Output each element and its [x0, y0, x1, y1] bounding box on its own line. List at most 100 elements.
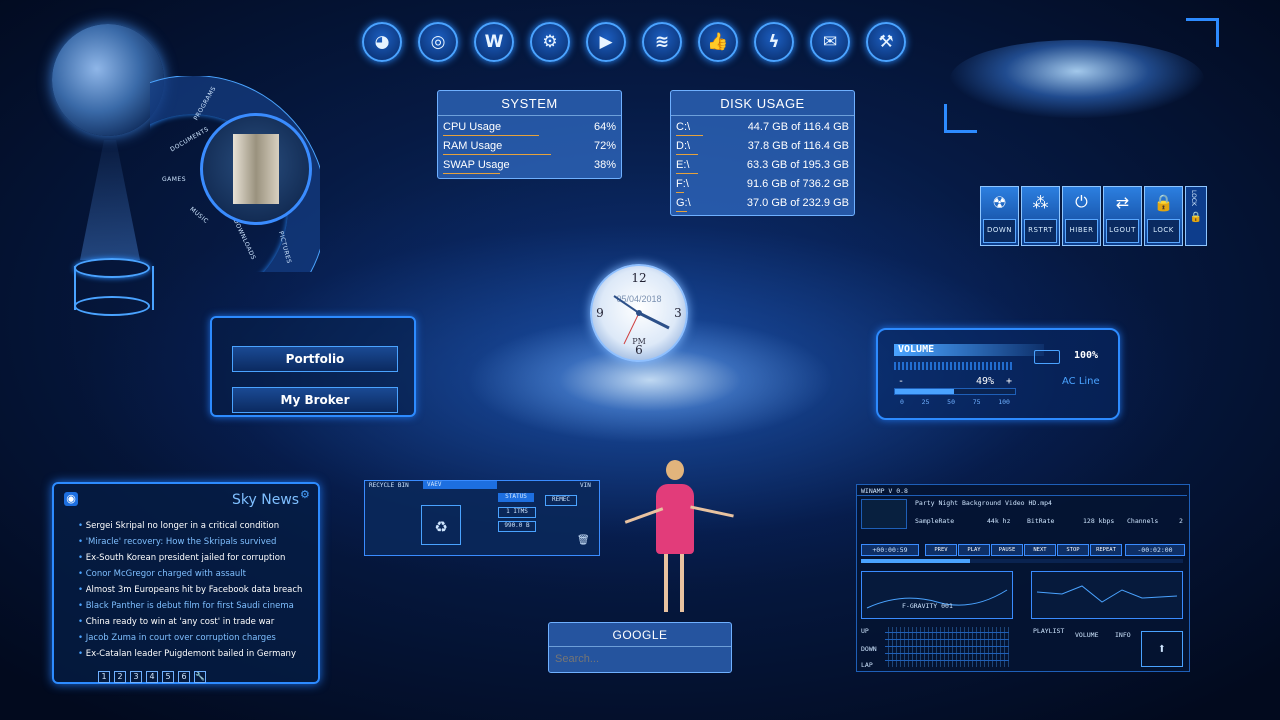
my-broker-button[interactable]: My Broker: [232, 387, 398, 413]
recycle-status: STATUS: [498, 493, 534, 502]
google-search-input[interactable]: [553, 650, 727, 668]
info-button[interactable]: INFO: [1115, 631, 1131, 639]
recycle-empty-button[interactable]: REMEC: [545, 495, 577, 506]
disk-row-bar: [676, 135, 703, 136]
hammer-icon[interactable]: ⚒: [866, 22, 906, 62]
volume-widget: VOLUME 100% - 49% + AC Line 0 25 50 75 100: [876, 328, 1120, 420]
volume-minus-button[interactable]: -: [898, 376, 904, 387]
portfolio-button[interactable]: Portfolio: [232, 346, 398, 372]
disk-value: 63.3 GB of 195.3 GB: [746, 159, 849, 171]
news-page-5[interactable]: 5: [162, 671, 174, 683]
word-icon[interactable]: W: [474, 22, 514, 62]
upload-arrow-icon[interactable]: ⬆: [1141, 631, 1183, 667]
samplerate-value: 44k hz: [987, 517, 1011, 525]
power-icon: ⁂: [1032, 192, 1049, 212]
volume-slider[interactable]: [894, 388, 1016, 395]
disk-row: E:\ 63.3 GB of 195.3 GB: [671, 157, 854, 176]
power-button-lock[interactable]: 🔒 LOCK: [1144, 186, 1183, 246]
winamp-stop-button[interactable]: STOP: [1057, 544, 1089, 556]
disk-row: G:\ 37.0 GB of 232.9 GB: [671, 195, 854, 214]
news-item-text: Sergei Skripal no longer in a critical c…: [85, 521, 280, 531]
news-page-2[interactable]: 2: [114, 671, 126, 683]
news-item[interactable]: • Jacob Zuma in court over corruption ch…: [78, 630, 302, 646]
google-search-widget: GOOGLE: [548, 622, 732, 673]
news-item-text: China ready to win at 'any cost' in trad…: [85, 617, 275, 627]
news-item-text: Almost 3m Europeans hit by Facebook data…: [85, 585, 303, 595]
news-item-text: Conor McGregor charged with assault: [85, 569, 246, 579]
news-item[interactable]: • Sergei Skripal no longer in a critical…: [78, 518, 302, 534]
news-page-1[interactable]: 1: [98, 671, 110, 683]
winamp-prev-button[interactable]: PREV: [925, 544, 957, 556]
up-label: UP: [861, 627, 869, 635]
system-row-bar: [443, 135, 539, 136]
winamp-repeat-button[interactable]: REPEAT: [1090, 544, 1122, 556]
recycle-tab2[interactable]: VIN: [580, 482, 591, 489]
hologram-ring-bottom: [74, 296, 150, 316]
youtube-icon[interactable]: ▶: [586, 22, 626, 62]
spotify-icon[interactable]: ≋: [642, 22, 682, 62]
news-page-4[interactable]: 4: [146, 671, 158, 683]
winamp-play-button[interactable]: PLAY: [958, 544, 990, 556]
album-art: [861, 499, 907, 529]
lock-side-panel[interactable]: LOCK 🔒: [1185, 186, 1207, 246]
system-row-value: 72%: [593, 140, 616, 152]
recycle-tab[interactable]: VAEV: [423, 481, 497, 489]
power-icon: ☢: [992, 192, 1007, 212]
system-row: RAM Usage 72%: [438, 138, 621, 157]
avatar-building-image: [233, 134, 279, 204]
mail-icon[interactable]: ✉: [810, 22, 850, 62]
news-item[interactable]: • Ex-Catalan leader Puigdemont bailed in…: [78, 646, 302, 662]
volume-plus-button[interactable]: +: [1006, 376, 1012, 387]
power-button-hiber[interactable]: ⏻ HIBER: [1062, 186, 1101, 246]
news-item[interactable]: • China ready to win at 'any cost' in tr…: [78, 614, 302, 630]
clock-hour-hand: [638, 311, 670, 330]
recycle-size: 990.0 B: [498, 521, 536, 532]
elapsed-time: +00:00:59: [861, 544, 919, 556]
clock-num-12: 12: [631, 271, 646, 285]
winamp-pause-button[interactable]: PAUSE: [991, 544, 1023, 556]
seek-bar[interactable]: [861, 559, 1183, 563]
system-row-value: 38%: [593, 159, 616, 171]
news-item[interactable]: • Ex-South Korean president jailed for c…: [78, 550, 302, 566]
power-button-lgout[interactable]: ⇄ LGOUT: [1103, 186, 1142, 246]
reddit-icon[interactable]: ◕: [362, 22, 402, 62]
disk-row: D:\ 37.8 GB of 116.4 GB: [671, 138, 854, 157]
clock-face: 12 3 6 9 05/04/2018 PM: [596, 271, 682, 357]
news-item[interactable]: • 'Miracle' recovery: How the Skripals s…: [78, 534, 302, 550]
volume-tick: 75: [972, 398, 981, 406]
recycle-bin-icon[interactable]: ♻: [421, 505, 461, 545]
winamp-icon[interactable]: ϟ: [754, 22, 794, 62]
power-label: RSTRT: [1024, 219, 1057, 243]
winamp-next-button[interactable]: NEXT: [1024, 544, 1056, 556]
trash-icon[interactable]: 🗑: [577, 535, 590, 546]
news-item-text: Black Panther is debut film for first Sa…: [85, 601, 294, 611]
power-source: AC Line: [1062, 376, 1100, 387]
news-page-6[interactable]: 6: [178, 671, 190, 683]
disk-row: F:\ 91.6 GB of 736.2 GB: [671, 176, 854, 195]
power-button-down[interactable]: ☢ DOWN: [980, 186, 1019, 246]
news-item-text: 'Miracle' recovery: How the Skripals sur…: [85, 537, 277, 547]
arc-item-games[interactable]: GAMES: [162, 176, 186, 183]
down-label: DOWN: [861, 645, 877, 653]
volume-tick: 0: [900, 398, 904, 406]
news-item[interactable]: • Black Panther is debut film for first …: [78, 598, 302, 614]
clock-num-9: 9: [596, 306, 604, 320]
disk-row-bar: [676, 211, 688, 212]
volume-slider-fill: [895, 389, 954, 394]
recycle-items: 1 ITMS: [498, 507, 536, 518]
lock-side-icon: 🔒: [1189, 211, 1203, 223]
chrome-icon[interactable]: ◎: [418, 22, 458, 62]
news-item[interactable]: • Almost 3m Europeans hit by Facebook da…: [78, 582, 302, 598]
bitrate-label: BitRate: [1027, 517, 1055, 525]
playlist-button[interactable]: PLAYLIST: [1033, 627, 1064, 635]
power-label: LOCK: [1147, 219, 1180, 243]
facebook-like-icon[interactable]: 👍: [698, 22, 738, 62]
hologram-ring-top: [74, 258, 150, 278]
power-button-rstrt[interactable]: ⁂ RSTRT: [1021, 186, 1060, 246]
settings-gear-icon[interactable]: ⚙: [300, 488, 310, 501]
news-page-3[interactable]: 3: [130, 671, 142, 683]
user-avatar[interactable]: [200, 113, 312, 225]
news-item[interactable]: • Conor McGregor charged with assault: [78, 566, 302, 582]
steam-icon[interactable]: ⚙: [530, 22, 570, 62]
news-tool-icon[interactable]: 🔧: [194, 671, 206, 683]
